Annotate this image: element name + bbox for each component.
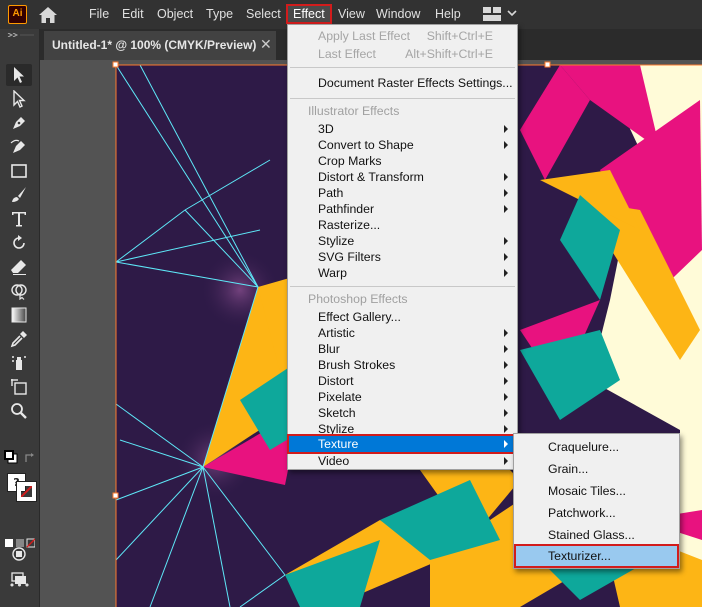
submenu-grain[interactable]: Grain... <box>515 459 678 479</box>
menu-edit[interactable]: Edit <box>117 4 149 24</box>
menu-3d[interactable]: 3D <box>288 121 517 137</box>
panel-collapse-icon[interactable] <box>6 33 34 37</box>
submenu-arrow-icon <box>504 345 508 353</box>
menu-select[interactable]: Select <box>241 4 286 24</box>
submenu-stained-glass[interactable]: Stained Glass... <box>515 525 678 545</box>
rectangle-tool-icon[interactable] <box>6 160 32 182</box>
submenu-arrow-icon <box>504 189 508 197</box>
menu-effect[interactable]: Effect <box>286 4 332 24</box>
drawing-modes-icon[interactable] <box>6 543 32 565</box>
submenu-patchwork[interactable]: Patchwork... <box>515 503 678 523</box>
submenu-arrow-icon <box>504 409 508 417</box>
menu-video[interactable]: Video <box>288 453 517 469</box>
paintbrush-tool-icon[interactable] <box>6 184 32 206</box>
menu-object[interactable]: Object <box>152 4 198 24</box>
menu-pathfinder[interactable]: Pathfinder <box>288 201 517 217</box>
menu-rasterize[interactable]: Rasterize... <box>288 217 517 233</box>
submenu-arrow-icon <box>504 237 508 245</box>
menu-separator <box>290 98 515 99</box>
menu-crop-marks[interactable]: Crop Marks <box>288 153 517 169</box>
menu-last-effect: Last Effect Alt+Shift+Ctrl+E <box>318 47 493 61</box>
menu-separator <box>290 286 515 287</box>
close-icon[interactable]: ✕ <box>260 37 272 53</box>
direct-selection-tool-icon[interactable] <box>6 88 32 110</box>
menu-blur[interactable]: Blur <box>288 341 517 357</box>
submenu-arrow-icon <box>504 377 508 385</box>
menu-distort[interactable]: Distort <box>288 373 517 389</box>
selection-tool-icon[interactable] <box>6 64 32 86</box>
menu-stylize-illustrator[interactable]: Stylize <box>288 233 517 249</box>
document-tab-title: Untitled-1* @ 100% (CMYK/Preview) <box>52 38 257 52</box>
tools-panel: ? ••• <box>0 29 40 607</box>
document-tab[interactable]: Untitled-1* @ 100% (CMYK/Preview) ✕ <box>44 31 276 60</box>
type-tool-icon[interactable] <box>6 208 32 230</box>
zoom-tool-icon[interactable] <box>6 400 32 422</box>
menu-window[interactable]: Window <box>371 4 425 24</box>
menu-file[interactable]: File <box>84 4 114 24</box>
artboard-tool-icon[interactable] <box>6 376 32 398</box>
submenu-craquelure[interactable]: Craquelure... <box>515 437 678 457</box>
submenu-arrow-icon <box>504 393 508 401</box>
eraser-tool-icon[interactable] <box>6 256 32 278</box>
effect-menu-dropdown: Apply Last Effect Shift+Ctrl+E Last Effe… <box>287 24 518 470</box>
submenu-texturizer[interactable]: Texturizer... <box>514 544 679 568</box>
swap-fill-stroke-icon[interactable] <box>24 452 36 464</box>
default-fill-stroke-icon[interactable] <box>4 450 18 464</box>
submenu-mosaic-tiles[interactable]: Mosaic Tiles... <box>515 481 678 501</box>
menu-artistic[interactable]: Artistic <box>288 325 517 341</box>
submenu-arrow-icon <box>504 329 508 337</box>
submenu-arrow-icon <box>504 440 508 448</box>
chevron-down-icon[interactable] <box>507 9 517 17</box>
menu-warp[interactable]: Warp <box>288 265 517 281</box>
texture-submenu: Craquelure... Grain... Mosaic Tiles... P… <box>513 433 680 569</box>
submenu-arrow-icon <box>504 173 508 181</box>
shape-builder-tool-icon[interactable] <box>6 280 32 302</box>
menu-effect-gallery[interactable]: Effect Gallery... <box>288 309 517 325</box>
illustrator-effects-header: Illustrator Effects <box>308 104 400 118</box>
submenu-arrow-icon <box>504 269 508 277</box>
menu-texture[interactable]: Texture <box>287 434 518 454</box>
workspace-switcher-icon[interactable] <box>483 7 501 21</box>
menu-convert-to-shape[interactable]: Convert to Shape <box>288 137 517 153</box>
menu-separator <box>290 67 515 68</box>
submenu-arrow-icon <box>504 125 508 133</box>
stroke-swatch[interactable] <box>16 481 37 502</box>
menu-svg-filters[interactable]: SVG Filters <box>288 249 517 265</box>
menu-view[interactable]: View <box>333 4 370 24</box>
submenu-arrow-icon <box>504 457 508 465</box>
submenu-arrow-icon <box>504 205 508 213</box>
submenu-arrow-icon <box>504 141 508 149</box>
home-icon[interactable] <box>38 6 58 24</box>
symbol-sprayer-tool-icon[interactable] <box>6 352 32 374</box>
submenu-arrow-icon <box>504 425 508 433</box>
photoshop-effects-header: Photoshop Effects <box>308 292 408 306</box>
rotate-tool-icon[interactable] <box>6 232 32 254</box>
menu-apply-last-effect: Apply Last Effect Shift+Ctrl+E <box>318 29 493 43</box>
submenu-arrow-icon <box>504 253 508 261</box>
gradient-tool-icon[interactable] <box>6 304 32 326</box>
curvature-tool-icon[interactable] <box>6 136 32 158</box>
more-tools-icon[interactable]: ••• <box>8 579 32 593</box>
fill-stroke-swatch[interactable]: ? <box>7 473 37 502</box>
menu-distort-transform[interactable]: Distort & Transform <box>288 169 517 185</box>
menu-pixelate[interactable]: Pixelate <box>288 389 517 405</box>
menu-type[interactable]: Type <box>201 4 238 24</box>
menu-brush-strokes[interactable]: Brush Strokes <box>288 357 517 373</box>
menu-help[interactable]: Help <box>430 4 466 24</box>
pen-tool-icon[interactable] <box>6 112 32 134</box>
menu-path[interactable]: Path <box>288 185 517 201</box>
submenu-arrow-icon <box>504 361 508 369</box>
illustrator-logo: Ai <box>8 5 27 24</box>
menu-document-raster-effects-settings[interactable]: Document Raster Effects Settings... <box>288 75 517 91</box>
menu-sketch[interactable]: Sketch <box>288 405 517 421</box>
eyedropper-tool-icon[interactable] <box>6 328 32 350</box>
